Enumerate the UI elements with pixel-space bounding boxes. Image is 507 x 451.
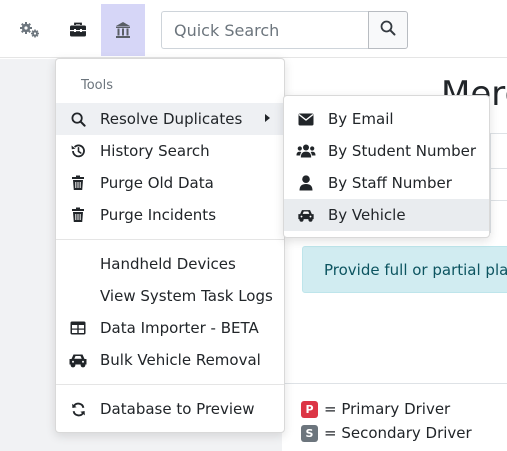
submenu-item-label: By Email [328, 110, 394, 128]
caret-right-icon [265, 114, 270, 122]
resolve-duplicates-submenu: By Email By Student Number By Staff Numb… [283, 95, 490, 238]
menu-item-label: Database to Preview [100, 400, 255, 418]
menu-item-view-system-task-logs[interactable]: View System Task Logs [56, 280, 284, 312]
submenu-item-by-email[interactable]: By Email [284, 103, 489, 135]
legend-secondary-driver: S = Secondary Driver [301, 424, 472, 442]
tools-header: Tools [81, 78, 114, 93]
trash-icon [56, 207, 100, 223]
legend-primary-driver: P = Primary Driver [301, 400, 450, 418]
submenu-item-label: By Staff Number [328, 174, 452, 192]
menu-item-label: History Search [100, 142, 210, 160]
menu-item-resolve-duplicates[interactable]: Resolve Duplicates [56, 103, 284, 135]
menu-item-purge-old-data[interactable]: Purge Old Data [56, 167, 284, 199]
legend-divider [282, 383, 507, 384]
secondary-badge: S [301, 424, 318, 442]
sync-icon [56, 402, 100, 417]
submenu-item-by-student-number[interactable]: By Student Number [284, 135, 489, 167]
toolbox-icon [69, 22, 87, 38]
settings-button[interactable] [8, 4, 52, 56]
search-input[interactable] [161, 11, 368, 49]
menu-item-label: Data Importer - BETA [100, 319, 259, 337]
menu-item-label: Handheld Devices [100, 255, 236, 273]
menu-item-label: Resolve Duplicates [100, 110, 243, 128]
menu-item-data-importer[interactable]: Data Importer - BETA [56, 312, 284, 344]
admin-button[interactable] [101, 4, 145, 56]
submenu-item-by-staff-number[interactable]: By Staff Number [284, 167, 489, 199]
top-navbar [0, 0, 507, 58]
submenu-item-label: By Vehicle [328, 206, 406, 224]
tools-menu-button[interactable] [56, 4, 100, 56]
menu-divider [56, 384, 284, 385]
card-divider [490, 168, 507, 169]
search-icon [380, 20, 396, 40]
primary-badge: P [301, 400, 318, 418]
legend-label: = Primary Driver [324, 400, 451, 418]
cogs-icon [19, 21, 41, 39]
menu-item-label: Bulk Vehicle Removal [100, 351, 261, 369]
trash-icon [56, 175, 100, 191]
menu-item-label: Purge Incidents [100, 206, 217, 224]
user-icon [284, 175, 328, 191]
menu-item-label: View System Task Logs [100, 287, 273, 305]
menu-item-handheld-devices[interactable]: Handheld Devices [56, 248, 284, 280]
tools-dropdown: Tools Resolve Duplicates History Search … [55, 58, 285, 433]
history-icon [56, 143, 100, 159]
legend-label: = Secondary Driver [324, 424, 472, 442]
search-button[interactable] [368, 11, 408, 49]
menu-item-purge-incidents[interactable]: Purge Incidents [56, 199, 284, 231]
card-divider [490, 200, 507, 201]
envelope-icon [284, 113, 328, 126]
menu-divider [56, 239, 284, 240]
quick-search [161, 11, 408, 49]
car-icon [284, 208, 328, 223]
building-icon [115, 21, 131, 39]
car-icon [56, 353, 100, 368]
menu-item-bulk-vehicle-removal[interactable]: Bulk Vehicle Removal [56, 344, 284, 376]
table-icon [56, 321, 100, 335]
info-alert: Provide full or partial plate [302, 246, 507, 293]
menu-item-database-to-preview[interactable]: Database to Preview [56, 393, 284, 425]
users-icon [284, 143, 328, 159]
menu-item-history-search[interactable]: History Search [56, 135, 284, 167]
card-edge [490, 133, 507, 233]
submenu-item-by-vehicle[interactable]: By Vehicle [284, 199, 489, 231]
menu-item-label: Purge Old Data [100, 174, 214, 192]
search-icon [56, 112, 100, 127]
submenu-item-label: By Student Number [328, 142, 477, 160]
